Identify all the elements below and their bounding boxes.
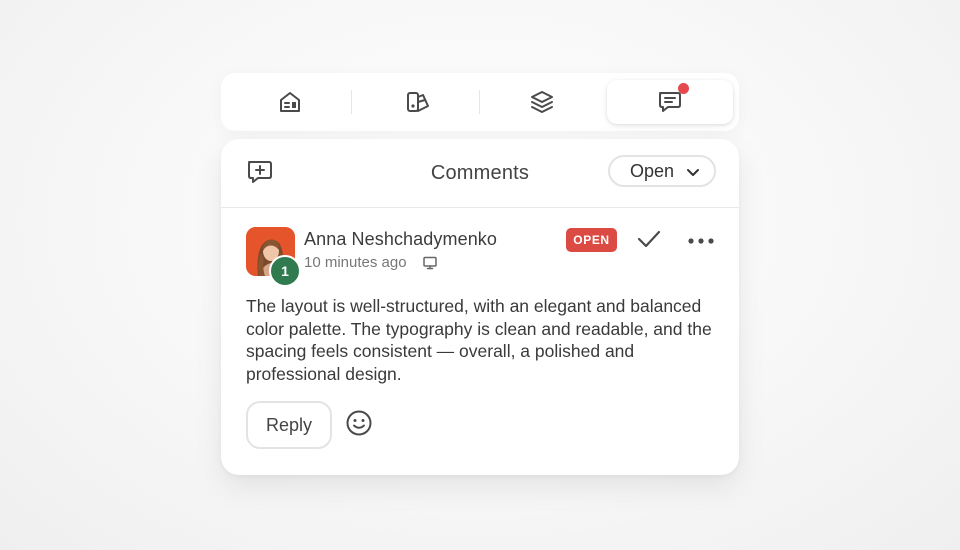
tab-layers[interactable]	[479, 80, 605, 124]
panel-header: Comments Open	[221, 139, 739, 208]
comment-body: The layout is well-structured, with an e…	[246, 296, 712, 384]
panel-tab-bar	[221, 73, 739, 131]
resolve-button[interactable]	[635, 228, 663, 254]
tab-swatches[interactable]	[355, 80, 481, 124]
monitor-icon	[422, 255, 438, 276]
comment-timestamp: 10 minutes ago	[304, 254, 407, 271]
checkmark-icon	[636, 228, 662, 255]
comment-author: Anna Neshchadymenko	[304, 229, 498, 249]
add-reaction-button[interactable]	[344, 410, 374, 440]
status-filter-dropdown[interactable]: Open	[608, 155, 716, 187]
comments-panel: Comments Open 1 Anna Neshchadymenko 10 m…	[221, 139, 739, 475]
tab-inbox[interactable]	[227, 80, 353, 124]
status-filter-value: Open	[630, 160, 675, 181]
more-options-button[interactable]	[685, 228, 717, 254]
layers-icon	[529, 89, 555, 115]
smiley-icon	[345, 409, 373, 442]
more-horizontal-icon	[687, 232, 715, 250]
inbox-icon	[277, 89, 303, 115]
tab-divider	[351, 90, 352, 114]
swatches-icon	[404, 89, 432, 115]
notification-dot	[678, 83, 689, 94]
status-badge: OPEN	[566, 228, 617, 252]
tab-comments[interactable]	[607, 80, 733, 124]
chevron-down-icon	[686, 165, 700, 184]
avatar-badge: 1	[269, 255, 301, 287]
reply-button[interactable]: Reply	[246, 401, 332, 449]
